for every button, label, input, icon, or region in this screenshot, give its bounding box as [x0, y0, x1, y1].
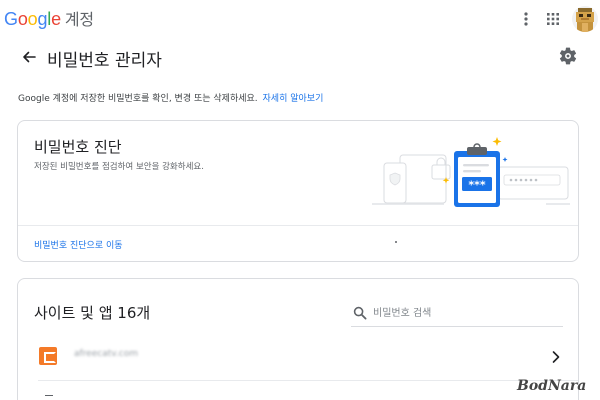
intro-description: Google 계정에 저장한 비밀번호를 확인, 변경 또는 삭제하세요. 자세…	[18, 91, 323, 104]
checkup-title: 비밀번호 진단	[34, 138, 122, 156]
arrow-back-icon[interactable]	[20, 48, 38, 66]
row-divider	[38, 380, 578, 381]
sites-count-title: 사이트 및 앱 16개	[34, 304, 151, 322]
go-to-checkup-link[interactable]: 비밀번호 진단으로 이동	[34, 238, 123, 251]
checkup-subtitle: 저장된 비밀번호를 점검하여 보안을 강화하세요.	[34, 162, 204, 172]
page-title: 비밀번호 관리자	[47, 51, 162, 71]
account-label: 계정	[64, 10, 94, 29]
logo-letter: g	[37, 9, 48, 29]
page-header: 비밀번호 관리자	[0, 40, 600, 76]
chevron-right-icon	[550, 349, 562, 363]
saved-site-row[interactable]: afreecatv.com	[18, 335, 578, 377]
password-checkup-card: 비밀번호 진단 저장된 비밀번호를 점검하여 보안을 강화하세요. *** 비밀…	[17, 120, 579, 262]
user-avatar[interactable]	[572, 6, 598, 32]
search-icon	[353, 305, 367, 320]
watermark-logo: BodNara	[517, 378, 587, 394]
top-app-bar: Google 계정	[0, 0, 600, 38]
logo-letter: o	[17, 9, 28, 29]
orange-site-favicon	[39, 347, 57, 365]
saved-passwords-card: 사이트 및 앱 16개 afreecatv.com	[17, 278, 579, 400]
learn-more-link[interactable]: 자세히 알아보기	[263, 94, 324, 104]
logo-letter: G	[4, 9, 18, 29]
site-name: afreecatv.com	[74, 349, 138, 359]
apps-grid-icon[interactable]	[544, 10, 562, 28]
masked-password-text: ***	[468, 179, 486, 192]
intro-text: Google 계정에 저장한 비밀번호를 확인, 변경 또는 삭제하세요.	[18, 94, 258, 104]
divider-dot	[395, 241, 397, 243]
password-checkup-illustration: ***	[370, 133, 570, 225]
search-input[interactable]	[373, 303, 559, 323]
logo-letter: o	[27, 9, 38, 29]
gear-icon[interactable]	[558, 46, 578, 66]
card-divider	[18, 225, 578, 226]
password-search-box	[351, 299, 563, 327]
more-vert-icon[interactable]	[518, 10, 534, 28]
logo-letter: e	[51, 9, 61, 29]
google-account-logo[interactable]: Google 계정	[4, 6, 94, 30]
next-site-favicon	[45, 395, 53, 399]
